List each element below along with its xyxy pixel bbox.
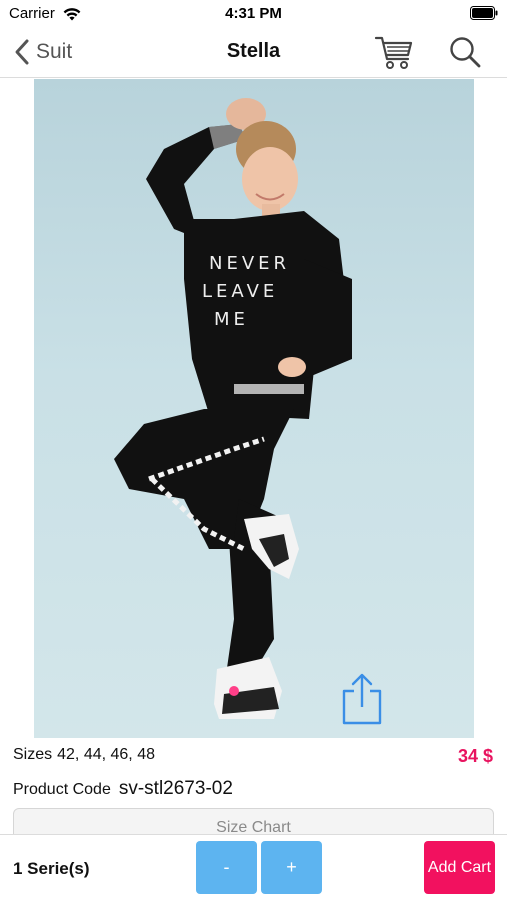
product-code-row: Product Code sv-stl2673-02 <box>13 778 233 800</box>
clock: 4:31 PM <box>225 5 282 22</box>
product-photo[interactable]: NEVER LEAVE ME <box>34 79 474 738</box>
svg-text:ME: ME <box>214 309 249 330</box>
product-code-label: Product Code <box>13 781 111 798</box>
add-to-cart-button[interactable]: Add Cart <box>424 841 495 894</box>
model-figure-illustration: NEVER LEAVE ME <box>114 98 352 719</box>
bottom-action-bar: 1 Serie(s) - + Add Cart <box>0 834 507 900</box>
product-code-value: sv-stl2673-02 <box>118 778 233 799</box>
sizes-row: Sizes 42, 44, 46, 48 <box>13 746 155 764</box>
search-icon[interactable] <box>448 35 482 69</box>
page-title: Stella <box>226 40 281 62</box>
back-button[interactable]: Suit <box>12 36 72 68</box>
price: 34 $ <box>457 746 493 766</box>
series-count: 1 Serie(s) <box>13 859 90 878</box>
svg-text:LEAVE: LEAVE <box>202 281 278 302</box>
sizes-value: 42, 44, 46, 48 <box>57 746 155 763</box>
decrease-quantity-button[interactable]: - <box>196 841 257 894</box>
share-icon[interactable] <box>340 671 384 727</box>
status-bar: Carrier 4:31 PM <box>0 0 507 28</box>
sizes-label: Sizes <box>13 746 53 763</box>
increase-quantity-button[interactable]: + <box>261 841 322 894</box>
svg-text:NEVER: NEVER <box>209 253 290 274</box>
cart-icon[interactable] <box>374 33 414 71</box>
back-button-label: Suit <box>36 40 73 63</box>
battery-icon <box>470 6 498 20</box>
chevron-left-icon <box>15 39 29 65</box>
navigation-bar: Suit Stella <box>0 28 507 78</box>
